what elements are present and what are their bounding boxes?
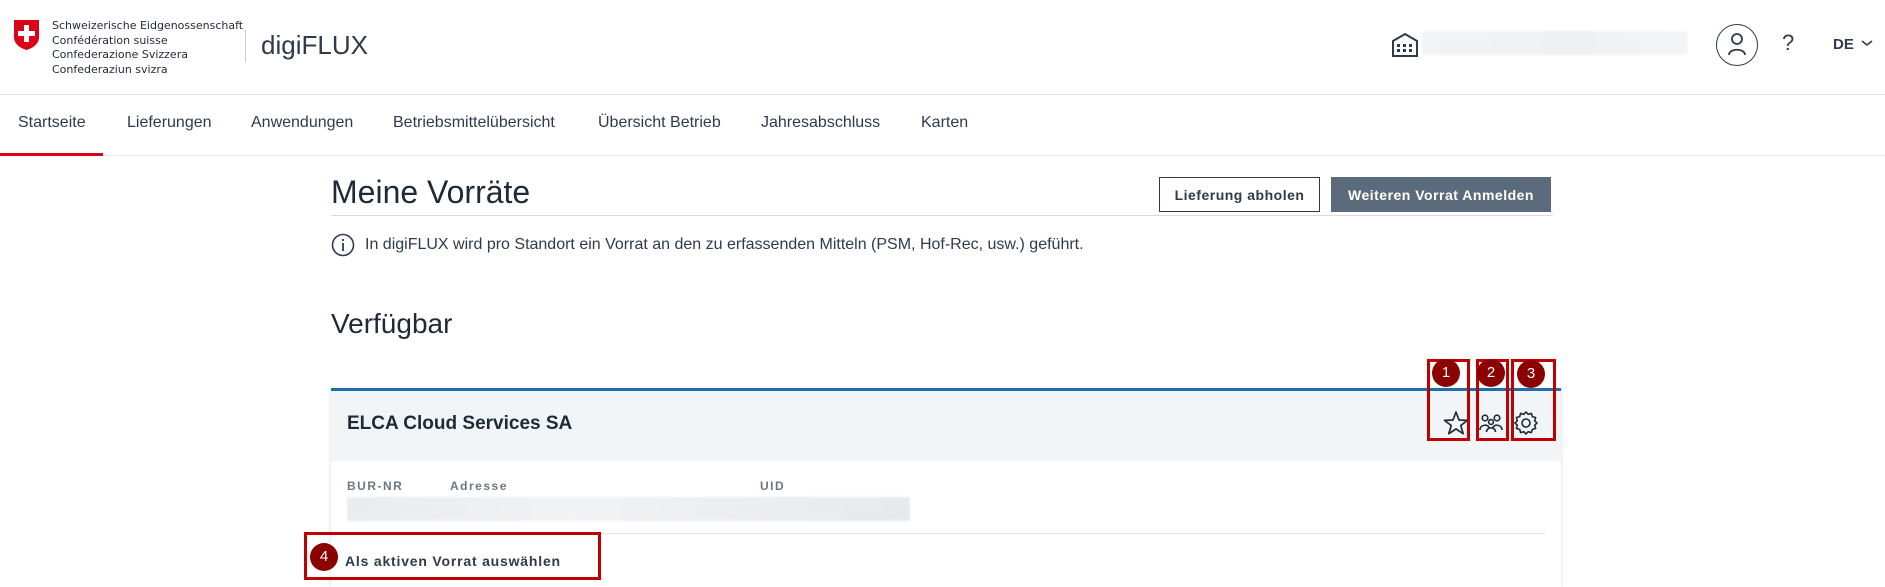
annotation-badge-1: 1 bbox=[1432, 359, 1460, 387]
confederation-line: Confédération suisse bbox=[52, 33, 168, 47]
annotation-box-4 bbox=[304, 532, 601, 580]
info-icon bbox=[331, 233, 355, 257]
main-navigation: Startseite Lieferungen Anwendungen Betri… bbox=[0, 95, 1885, 156]
chevron-down-icon[interactable] bbox=[1860, 38, 1874, 48]
nav-tab-lieferungen[interactable]: Lieferungen bbox=[127, 95, 212, 156]
card-title: ELCA Cloud Services SA bbox=[347, 413, 573, 434]
annotation-badge-3: 3 bbox=[1517, 360, 1545, 388]
confederation-name: Schweizerische Eidgenossenschaft Confédé… bbox=[52, 19, 243, 77]
user-account-button[interactable] bbox=[1716, 24, 1758, 66]
user-icon bbox=[1727, 32, 1746, 55]
label-adresse: Adresse bbox=[450, 479, 508, 493]
nav-tab-startseite[interactable]: Startseite bbox=[0, 95, 103, 156]
register-inventory-button[interactable]: Weiteren Vorrat Anmelden bbox=[1331, 177, 1551, 212]
farm-building-icon[interactable] bbox=[1392, 33, 1418, 57]
business-selector-redacted[interactable] bbox=[1422, 31, 1688, 55]
nav-tab-jahresabschluss[interactable]: Jahresabschluss bbox=[761, 95, 880, 156]
label-uid: UID bbox=[760, 479, 786, 493]
nav-tab-anwendungen[interactable]: Anwendungen bbox=[251, 95, 353, 156]
section-title-available: Verfügbar bbox=[331, 308, 453, 339]
confederation-line: Confederazione Svizzera bbox=[52, 48, 188, 61]
help-button[interactable]: ? bbox=[1782, 30, 1794, 56]
nav-tab-uebersicht-betrieb[interactable]: Übersicht Betrieb bbox=[598, 95, 721, 156]
nav-tab-betriebsmittel[interactable]: Betriebsmittelübersicht bbox=[393, 95, 555, 156]
app-title[interactable]: digiFLUX bbox=[261, 30, 368, 61]
card-header: ELCA Cloud Services SA bbox=[331, 391, 1561, 461]
info-message: In digiFLUX wird pro Standort ein Vorrat… bbox=[365, 236, 1084, 253]
title-divider bbox=[331, 215, 1553, 216]
pickup-delivery-button[interactable]: Lieferung abholen bbox=[1159, 177, 1320, 212]
annotation-badge-4: 4 bbox=[310, 543, 338, 571]
swiss-coat-of-arms-icon bbox=[14, 20, 39, 50]
confederation-line: Confederaziun svizra bbox=[52, 62, 168, 76]
confederation-line: Schweizerische Eidgenossenschaft bbox=[52, 19, 244, 32]
app-header: Schweizerische Eidgenossenschaft Confédé… bbox=[0, 0, 1885, 95]
language-selector[interactable]: DE bbox=[1833, 36, 1854, 53]
nav-tab-karten[interactable]: Karten bbox=[921, 95, 968, 156]
header-divider bbox=[245, 30, 246, 62]
redacted-details bbox=[347, 497, 910, 521]
label-bur-nr: BUR-NR bbox=[347, 479, 404, 493]
annotation-badge-2: 2 bbox=[1477, 359, 1505, 387]
page-title: Meine Vorräte bbox=[331, 174, 531, 210]
